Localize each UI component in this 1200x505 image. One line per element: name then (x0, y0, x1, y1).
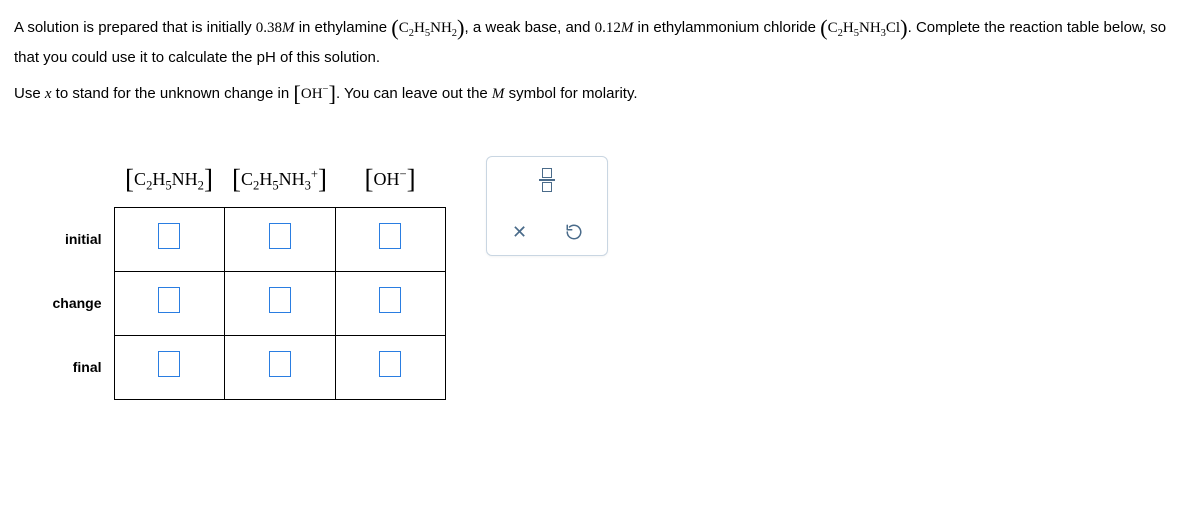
text-b: in ethylamine (295, 19, 392, 36)
input-initial-col2[interactable] (269, 223, 291, 249)
conc2: 0.12 (595, 20, 621, 36)
input-change-col3[interactable] (379, 287, 401, 313)
input-final-col1[interactable] (158, 351, 180, 377)
row-label-initial: initial (34, 208, 114, 272)
text-d: in ethylammonium chloride (633, 19, 820, 36)
line2-a: Use (14, 85, 45, 102)
row-label-change: change (34, 272, 114, 336)
line2-oh: [OH−] (293, 86, 336, 102)
col-header-ethylamine: [C2H5NH2] (114, 152, 224, 208)
table-row-final: final (34, 336, 445, 400)
line2-b: to stand for the unknown change in (52, 85, 294, 102)
line2-c: . You can leave out the (336, 85, 492, 102)
line2-M: M (492, 86, 505, 102)
input-final-col3[interactable] (379, 351, 401, 377)
unit2: M (621, 20, 634, 36)
input-initial-col3[interactable] (379, 223, 401, 249)
formula1: (C2H5NH2) (391, 20, 464, 36)
problem-paragraph-1: A solution is prepared that is initially… (14, 10, 1186, 70)
conc1: 0.38 (256, 20, 282, 36)
row-label-final: final (34, 336, 114, 400)
unit1: M (282, 20, 295, 36)
problem-paragraph-2: Use x to stand for the unknown change in… (14, 76, 1186, 112)
line2-x: x (45, 86, 52, 102)
text-c: , a weak base, and (465, 19, 595, 36)
reaction-table: [C2H5NH2] [C2H5NH3+] [OH−] initial chang… (34, 152, 446, 400)
table-row-initial: initial (34, 208, 445, 272)
close-icon: ✕ (512, 218, 527, 247)
toolbar: ✕ (486, 156, 608, 256)
input-initial-col1[interactable] (158, 223, 180, 249)
col-header-ethylammonium: [C2H5NH3+] (224, 152, 335, 208)
input-change-col2[interactable] (269, 287, 291, 313)
reset-icon (565, 223, 583, 241)
fraction-tool-button[interactable] (534, 167, 560, 193)
line2-d: symbol for molarity. (504, 85, 637, 102)
col-header-hydroxide: [OH−] (335, 152, 445, 208)
reset-button[interactable] (561, 219, 587, 245)
formula2: (C2H5NH3Cl) (820, 20, 907, 36)
table-row-change: change (34, 272, 445, 336)
text-a: A solution is prepared that is initially (14, 19, 256, 36)
input-final-col2[interactable] (269, 351, 291, 377)
fraction-icon (539, 168, 555, 192)
clear-button[interactable]: ✕ (507, 219, 533, 245)
input-change-col1[interactable] (158, 287, 180, 313)
